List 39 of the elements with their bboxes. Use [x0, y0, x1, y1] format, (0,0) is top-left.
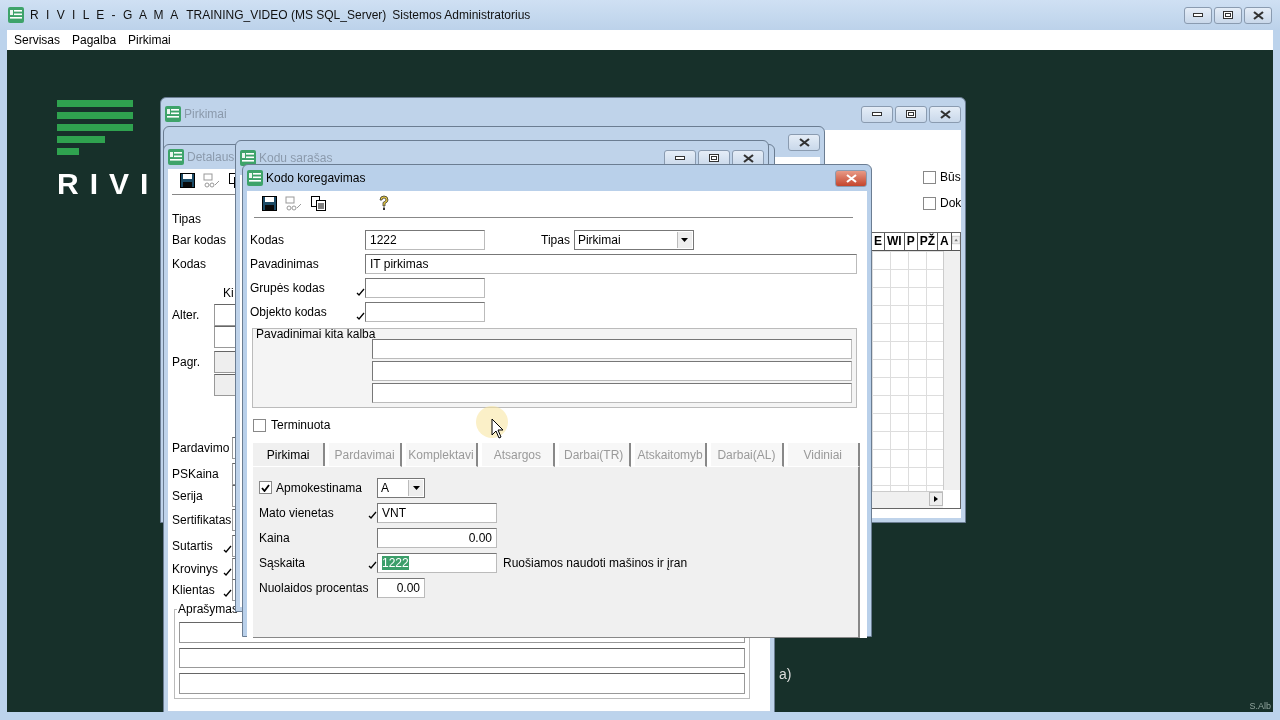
corner-mark: S.Alb	[1249, 701, 1271, 711]
user-name: Sistemos Administratorius	[392, 8, 531, 22]
field-label: Pavadinimas	[250, 257, 320, 271]
field-label: PSKaina	[172, 467, 219, 481]
hidden-window-text: a)	[779, 666, 792, 682]
account-description: Ruošiamos naudoti mašinos ir įran	[503, 555, 688, 570]
field-label: Klientas	[172, 583, 215, 597]
window-title: Pirkimai	[184, 107, 227, 121]
checkbox-label: Būs	[940, 170, 961, 184]
field-label: Alter.	[172, 308, 200, 322]
field-label: Ki	[223, 286, 234, 300]
database-name: TRAINING_VIDEO (MS SQL_Server)	[186, 8, 387, 22]
field-label: Sąskaita	[259, 555, 307, 570]
field-label: Tipas	[541, 233, 570, 247]
field-label: Nuolaidos procentas	[259, 580, 370, 595]
field-label: Objekto kodas	[250, 305, 328, 319]
group-title: Aprašymas	[177, 602, 240, 616]
group-title: Pavadinimai kita kalba	[256, 327, 376, 341]
checkbox-label: Dok	[940, 196, 961, 210]
field-label: Bar kodas	[172, 233, 227, 247]
field-label: Mato vienetas	[259, 505, 335, 520]
dialog-title: Kodo koregavimas	[266, 171, 366, 185]
field-label: Pagr.	[172, 355, 201, 369]
field-label: Kaina	[259, 530, 291, 545]
field-label: Serija	[172, 489, 203, 503]
field-label: Sertifikatas	[172, 513, 232, 527]
window-title: Detalaus	[187, 150, 235, 164]
field-label: Grupės kodas	[250, 281, 326, 295]
field-label: Kodas	[250, 233, 286, 247]
field-label: Sutartis	[172, 539, 213, 553]
app-title: R I V I L E - G A M A	[30, 8, 181, 22]
field-label: Kodas	[172, 257, 207, 271]
checkbox-label: Apmokestinama	[276, 480, 363, 495]
logo-text: RIVI	[57, 167, 160, 201]
field-label: Pardavimo	[172, 441, 230, 455]
field-label: Krovinys	[172, 562, 218, 576]
checkbox-label: Terminuota	[271, 418, 331, 432]
window-title: Kodu sarašas	[259, 151, 333, 165]
field-label: Tipas	[172, 212, 201, 226]
